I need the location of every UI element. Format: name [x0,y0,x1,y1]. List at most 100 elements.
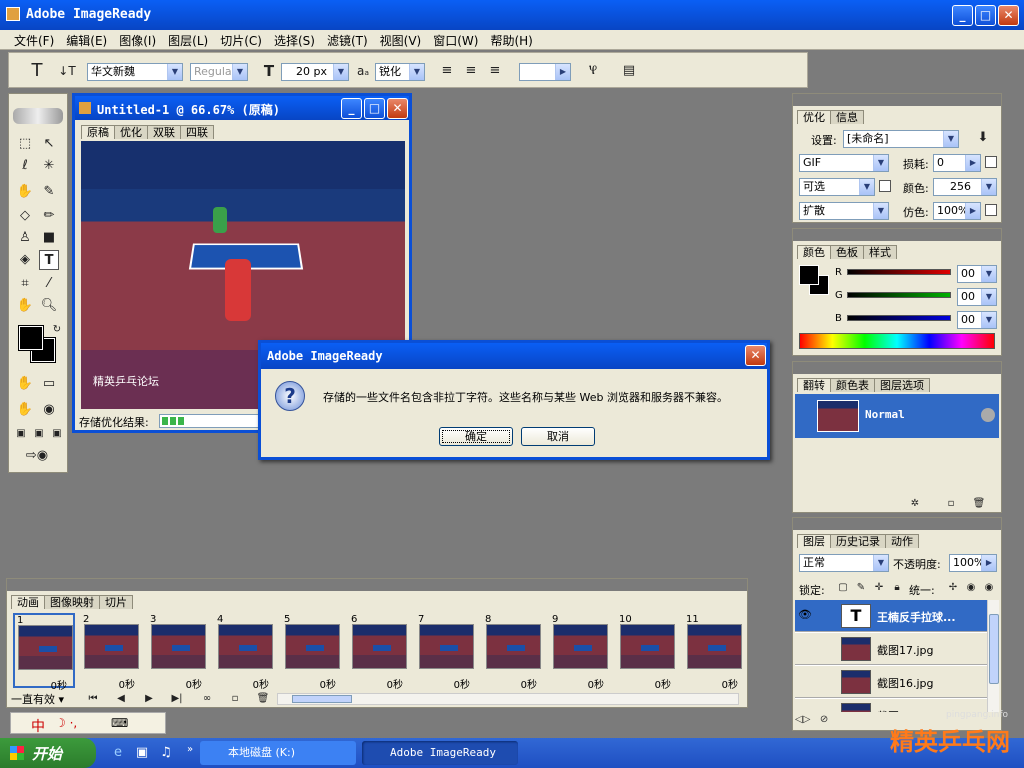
animation-tab[interactable]: 图像映射 [44,595,100,609]
warp-text-icon[interactable]: Ⳡ [583,61,603,81]
rollover-state-row[interactable]: Normal [795,394,999,438]
type-tool-icon[interactable]: T [39,250,59,270]
frame-delay[interactable]: 0秒 [655,676,671,691]
close-button[interactable]: ✕ [998,5,1019,26]
stamp-tool-icon[interactable]: ♙ [15,228,35,248]
screen-mode-full-icon[interactable]: ▣ [47,424,67,444]
crop-tool-icon[interactable]: ⌗ [15,274,35,294]
ime-keyboard-icon[interactable]: ⌨ [111,716,128,730]
visibility-eye-icon[interactable] [797,641,813,657]
rollover-options-icon[interactable] [981,408,995,422]
dialog-close-button[interactable]: ✕ [745,345,766,366]
color-ramp[interactable] [799,333,995,349]
doc-minimize-button[interactable]: _ [341,98,362,119]
menu-item[interactable]: 窗口(W) [427,30,484,51]
preview-browser-icon[interactable]: ◉ [39,400,59,420]
frame-delay[interactable]: 0秒 [51,677,67,692]
animation-frame[interactable]: 9 0秒 [549,613,611,691]
channel-value-field[interactable]: 00 ▼ [957,288,997,306]
visibility-eye-icon[interactable] [797,674,813,690]
anim-tween-icon[interactable]: ∞ [197,689,217,709]
lossy-field[interactable]: 0 ▶ [933,154,981,172]
foreground-color[interactable] [18,325,44,351]
menu-item[interactable]: 编辑(E) [60,30,113,51]
anim-play-icon[interactable]: ▶ [139,689,159,709]
antialias-select[interactable]: 锐化 ▼ [375,63,425,81]
layers-scroll-thumb[interactable] [989,614,999,684]
dither-mode-select[interactable]: 扩散 ▼ [799,202,889,220]
menu-item[interactable]: 文件(F) [8,30,60,51]
anim-first-frame-icon[interactable]: ⏮ [83,689,103,709]
palette-mask-icon[interactable] [879,180,891,192]
animation-hscrollbar[interactable] [277,693,739,705]
new-state-icon[interactable]: ▫ [941,494,961,514]
opacity-field[interactable]: 100% ▶ [949,554,997,572]
unify-visibility-icon[interactable]: ◉ [961,578,981,598]
menu-item[interactable]: 帮助(H) [484,30,538,51]
animation-frame[interactable]: 5 0秒 [281,613,343,691]
animation-frame[interactable]: 10 0秒 [616,613,678,691]
lock-all-icon[interactable]: 🔒︎ [887,578,907,598]
taskbar-item-imageready[interactable]: Adobe ImageReady [362,741,518,765]
animation-frame[interactable]: 2 0秒 [80,613,142,691]
unify-position-icon[interactable]: ✢ [943,578,963,598]
animation-scroll-thumb[interactable] [292,695,352,703]
taskbar-item-explorer[interactable]: 本地磁盘 (K:) [200,741,356,765]
colors-field[interactable]: 256 ▼ [933,178,997,196]
lossy-mask-icon[interactable] [985,156,997,168]
delete-state-icon[interactable]: 🗑︎ [969,494,989,514]
unify-style-icon[interactable]: ◉ [979,578,999,598]
quicklaunch-more-icon[interactable]: » [180,740,200,760]
rollover-tab[interactable]: 图层选项 [874,378,930,392]
doc-tab[interactable]: 四联 [180,125,214,139]
channel-slider[interactable] [847,292,951,298]
pencil-tool-icon[interactable]: ✏ [39,206,59,226]
channel-slider[interactable] [847,315,951,321]
channel-value-field[interactable]: 00 ▼ [957,265,997,283]
menu-item[interactable]: 滤镜(T) [321,30,374,51]
quicklaunch-media-icon[interactable]: ♫ [156,743,176,763]
magic-wand-icon[interactable]: ✳ [39,156,59,176]
layers-tab[interactable]: 图层 [797,534,831,548]
color-tab[interactable]: 颜色 [797,245,831,259]
optimize-menu-icon[interactable]: ⬇ [973,128,993,148]
animation-frame[interactable]: 8 0秒 [482,613,544,691]
animation-frame[interactable]: 6 0秒 [348,613,410,691]
frame-delay[interactable]: 0秒 [320,676,336,691]
text-color-swatch[interactable]: ▶ [519,63,571,81]
animation-frame[interactable]: 7 0秒 [415,613,477,691]
color-fg-swatch[interactable] [799,265,819,285]
ime-punct-icon[interactable]: ☽ ·, [55,716,77,730]
palettes-icon[interactable]: ▤ [619,61,639,81]
menu-item[interactable]: 切片(C) [214,30,268,51]
visibility-eye-icon[interactable]: 👁︎ [797,608,813,624]
menu-item[interactable]: 选择(S) [268,30,321,51]
swap-colors-icon[interactable]: ↻ [47,320,67,340]
doc-maximize-button[interactable]: □ [364,98,385,119]
screen-mode-standard-icon[interactable]: ▣ [11,424,31,444]
channel-value-field[interactable]: 00 ▼ [957,311,997,329]
menu-item[interactable]: 图层(L) [162,30,214,51]
menu-item[interactable]: 视图(V) [374,30,428,51]
menu-item[interactable]: 图像(I) [113,30,162,51]
anim-duplicate-frame-icon[interactable]: ▫ [225,689,245,709]
doc-tab[interactable]: 原稿 [81,125,115,139]
cancel-button[interactable]: 取消 [521,427,595,446]
dither-mask-icon[interactable] [985,204,997,216]
slice-select-icon[interactable]: ✋ [15,400,35,420]
blend-mode-select[interactable]: 正常 ▼ [799,554,889,572]
ok-button[interactable]: 确定 [439,427,513,446]
layer-row[interactable]: 👁︎ T 王楠反手拉球... [795,600,987,632]
color-tab[interactable]: 样式 [863,245,897,259]
layers-tab[interactable]: 历史记录 [830,534,886,548]
optimize-tab[interactable]: 优化 [797,110,831,124]
toggle-image-map-icon[interactable]: ▭ [39,374,59,394]
anim-delete-frame-icon[interactable]: 🗑︎ [253,689,273,709]
move-tool-icon[interactable]: ↖ [39,134,59,154]
animation-frame[interactable]: 1 0秒 [13,613,75,692]
dither-field[interactable]: 100% ▶ [933,202,981,220]
font-style-select[interactable]: Regular ▼ [190,63,248,81]
hand-tool-icon[interactable]: ✋ [15,296,35,316]
lock-paint-icon[interactable]: ✎ [851,578,871,598]
animation-frame[interactable]: 11 0秒 [683,613,745,691]
